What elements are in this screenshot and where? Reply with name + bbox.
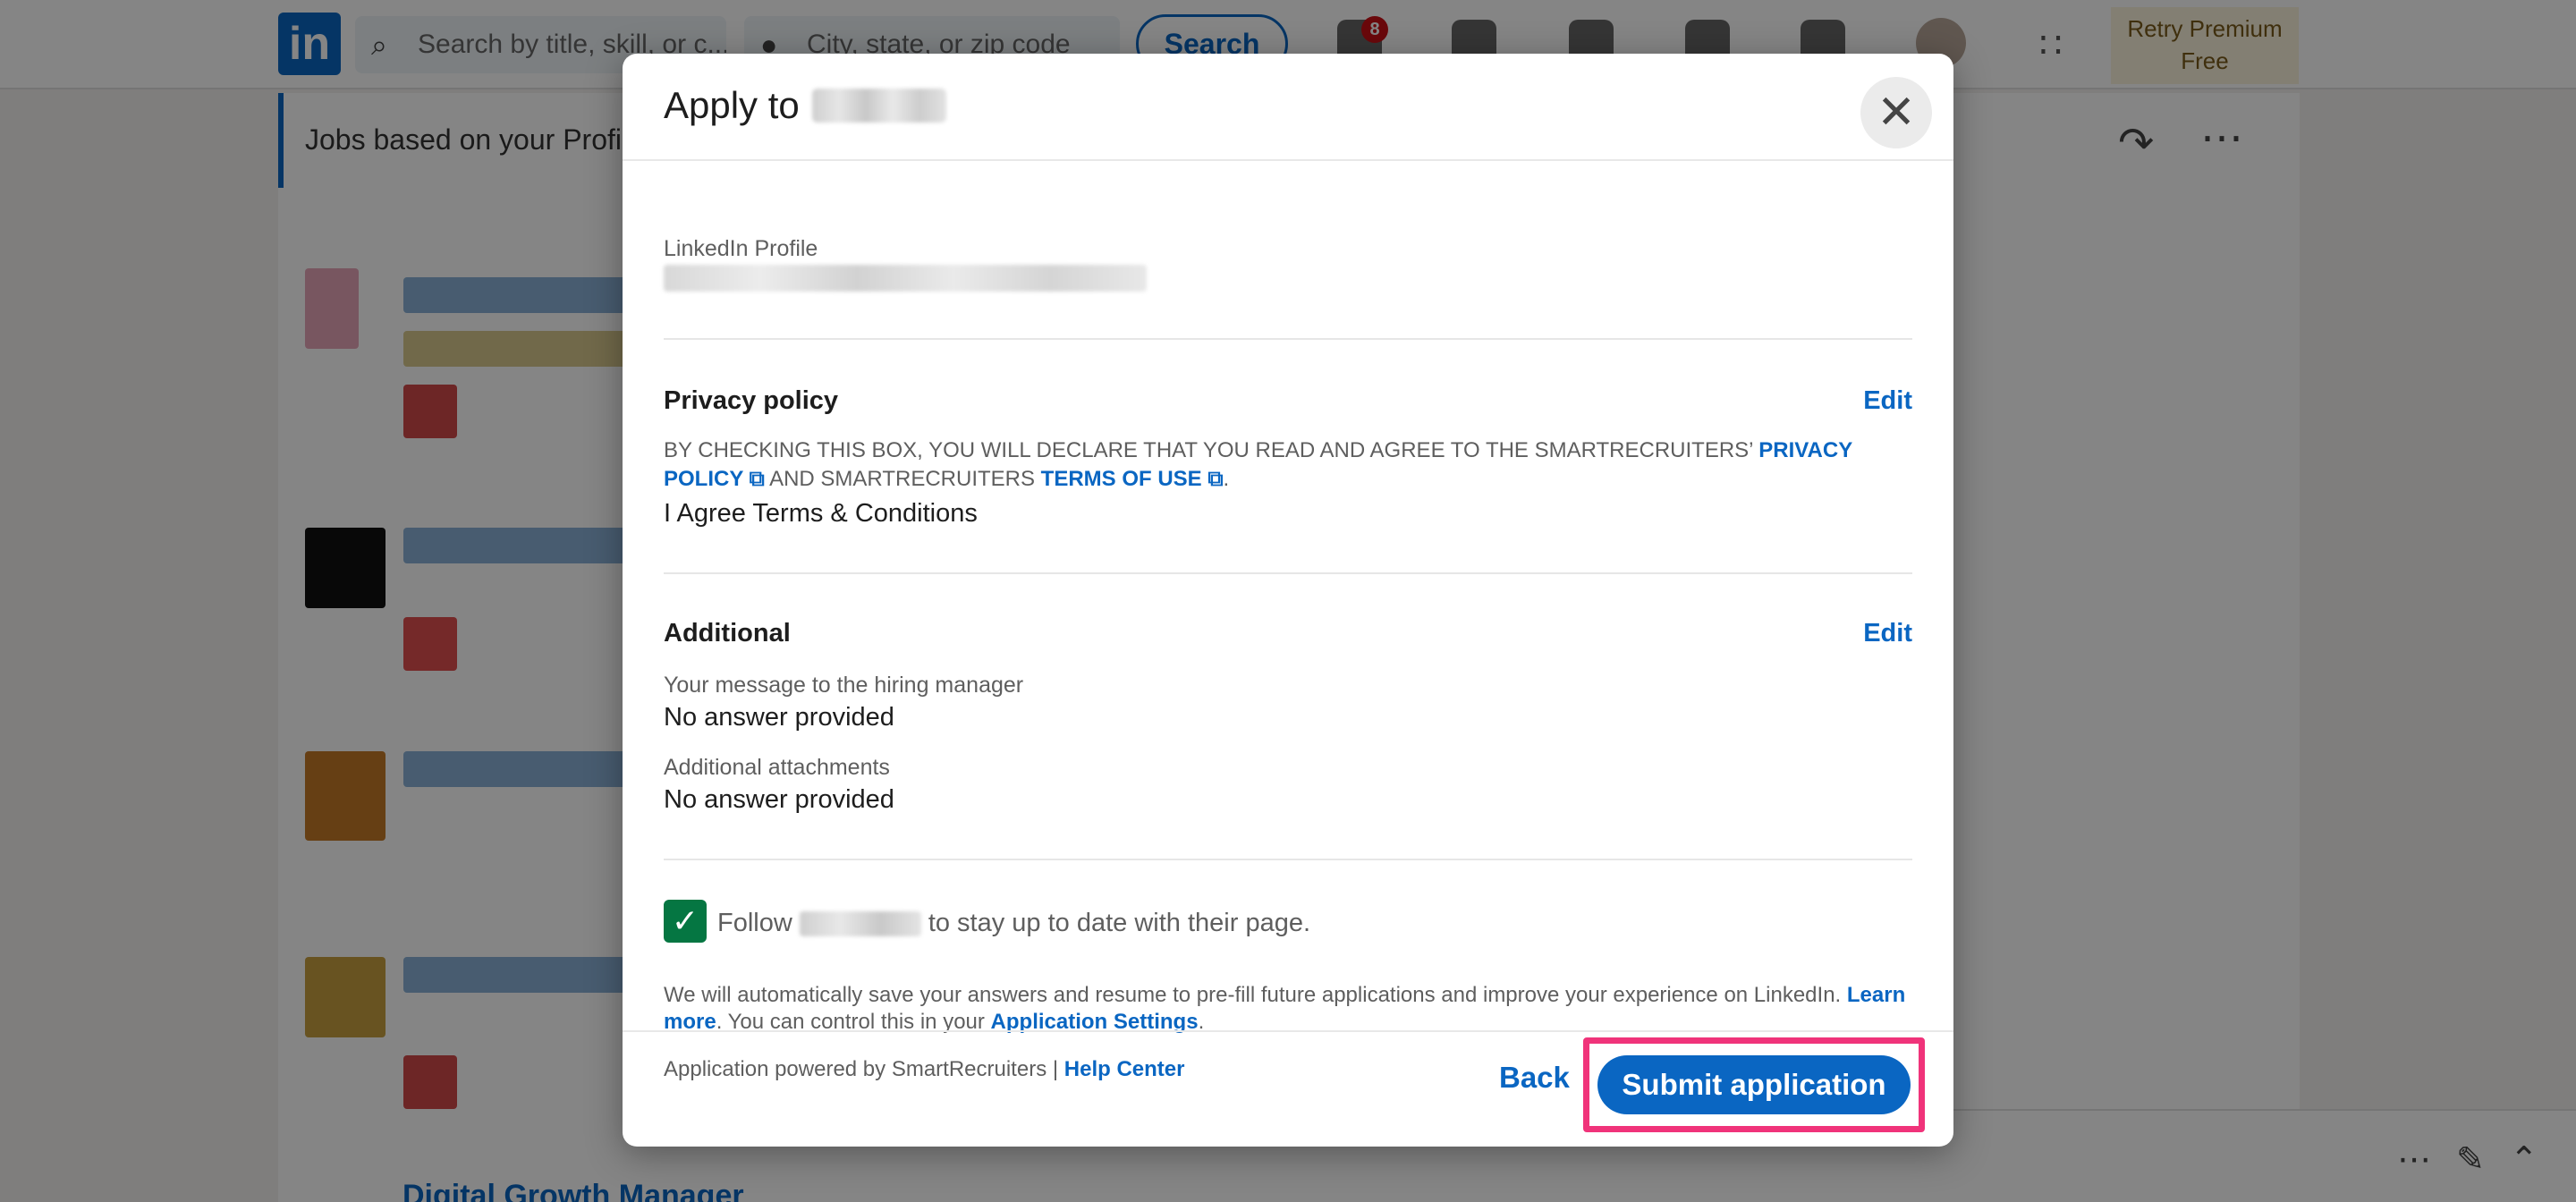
modal-body[interactable]: LinkedIn Profile Privacy policy Edit By … bbox=[664, 161, 1912, 1081]
close-icon: ✕ bbox=[1877, 87, 1916, 139]
submit-application-button[interactable]: Submit application bbox=[1597, 1055, 1911, 1114]
modal-header: Apply to ✕ bbox=[623, 54, 1953, 161]
terms-of-use-link[interactable]: Terms of Use ⧉ bbox=[1041, 467, 1224, 491]
privacy-edit-link[interactable]: Edit bbox=[1863, 386, 1912, 416]
section-divider bbox=[664, 338, 1912, 340]
follow-company-checkbox[interactable]: ✓ bbox=[664, 900, 707, 943]
follow-company-name-redacted bbox=[799, 910, 921, 936]
privacy-policy-text: By checking this box, you will declare t… bbox=[664, 436, 1912, 494]
follow-prefix: Follow bbox=[717, 909, 792, 937]
linkedin-profile-label: LinkedIn Profile bbox=[664, 236, 818, 261]
checkmark-icon: ✓ bbox=[671, 902, 699, 939]
close-button[interactable]: ✕ bbox=[1860, 77, 1932, 148]
privacy-policy-title: Privacy policy bbox=[664, 386, 839, 415]
autosave-notice: We will automatically save your answers … bbox=[664, 982, 1912, 1036]
autosave-text-before: We will automatically save your answers … bbox=[664, 983, 1847, 1007]
apply-modal: Apply to ✕ LinkedIn Profile Privacy poli… bbox=[623, 54, 1953, 1147]
follow-suffix: to stay up to date with their page. bbox=[928, 909, 1311, 937]
modal-title: Apply to bbox=[664, 84, 946, 127]
terms-of-use-link-label: Terms of Use bbox=[1040, 467, 1202, 491]
company-name-redacted bbox=[811, 89, 946, 123]
section-divider bbox=[664, 859, 1912, 860]
follow-company-label[interactable]: Follow to stay up to date with their pag… bbox=[717, 909, 1310, 938]
additional-attachments-value: No answer provided bbox=[664, 785, 894, 814]
privacy-text-before: By checking this box, you will declare t… bbox=[664, 438, 1759, 462]
external-link-icon: ⧉ bbox=[749, 467, 765, 491]
additional-attachments-label: Additional attachments bbox=[664, 755, 890, 780]
hiring-manager-message-label: Your message to the hiring manager bbox=[664, 673, 1024, 698]
section-divider bbox=[664, 572, 1912, 574]
modal-title-prefix: Apply to bbox=[664, 84, 800, 126]
external-link-icon: ⧉ bbox=[1208, 467, 1224, 491]
back-button[interactable]: Back bbox=[1499, 1061, 1570, 1095]
additional-title: Additional bbox=[664, 619, 791, 648]
privacy-text-end: . bbox=[1223, 467, 1230, 491]
privacy-text-middle: and SmartRecruiters bbox=[764, 467, 1041, 491]
hiring-manager-message-value: No answer provided bbox=[664, 703, 894, 732]
privacy-agreement-value: I Agree Terms & Conditions bbox=[664, 499, 978, 528]
additional-edit-link[interactable]: Edit bbox=[1863, 619, 1912, 648]
modal-footer: Back Submit application bbox=[623, 1030, 1953, 1147]
linkedin-profile-url-redacted bbox=[664, 265, 1147, 292]
